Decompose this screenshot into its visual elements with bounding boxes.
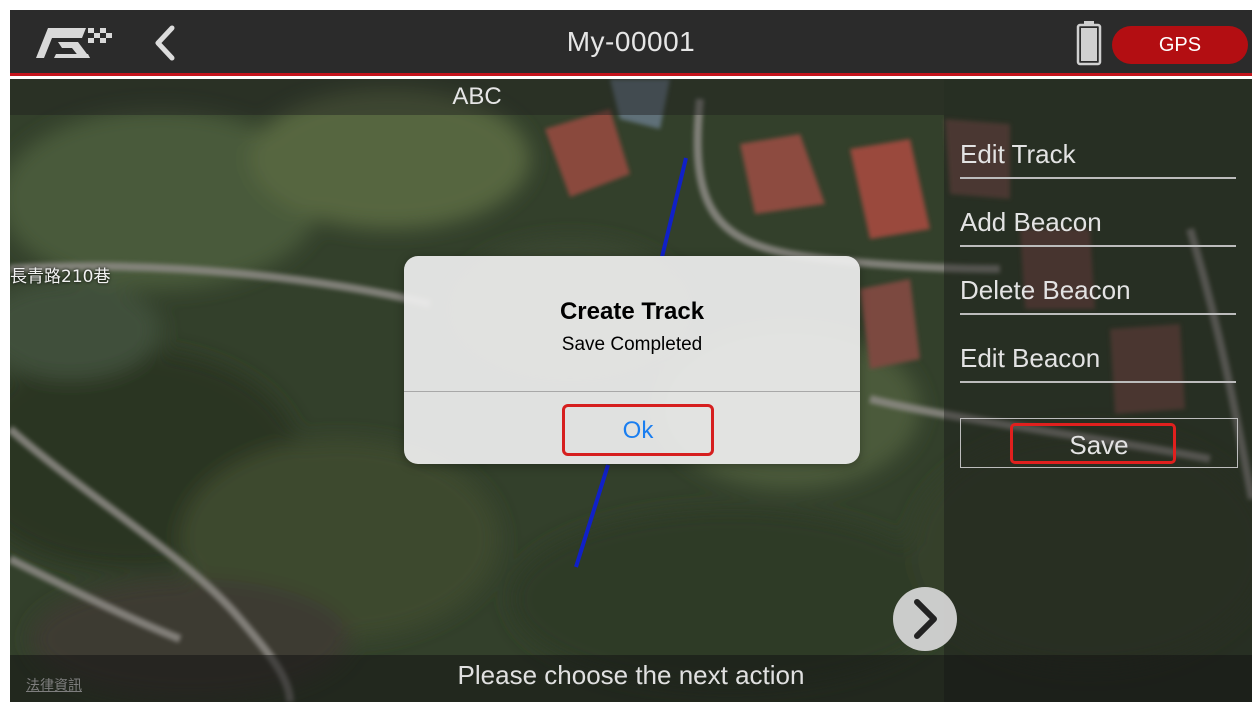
battery-icon bbox=[1076, 21, 1102, 66]
dialog-title: Create Track bbox=[559, 298, 705, 325]
top-bar: My-00001 GPS bbox=[10, 10, 1252, 76]
add-beacon-button[interactable]: Add Beacon bbox=[960, 205, 1236, 247]
edit-track-button[interactable]: Edit Track bbox=[960, 137, 1236, 179]
track-name-bar: ABC bbox=[10, 79, 944, 115]
status-message: Please choose the next action bbox=[10, 655, 1252, 702]
alert-dialog: Create Track Save Completed Ok bbox=[404, 256, 860, 464]
dialog-divider bbox=[404, 391, 860, 392]
action-panel: Edit Track Add Beacon Delete Beacon Edit… bbox=[944, 79, 1252, 702]
next-button[interactable] bbox=[892, 586, 958, 652]
dialog-message: Save Completed bbox=[561, 334, 703, 355]
delete-beacon-button[interactable]: Delete Beacon bbox=[960, 273, 1236, 315]
ok-label: Ok bbox=[622, 417, 654, 444]
page-title: My-00001 bbox=[566, 26, 696, 57]
ok-button[interactable]: Ok bbox=[562, 404, 714, 456]
legal-link[interactable]: 法律資訊 bbox=[26, 675, 82, 695]
save-label: Save bbox=[1069, 430, 1129, 460]
edit-beacon-button[interactable]: Edit Beacon bbox=[960, 341, 1236, 383]
road-label: 長青路210巷 bbox=[10, 267, 111, 287]
save-button[interactable]: Save bbox=[960, 418, 1238, 468]
gps-button[interactable]: GPS bbox=[1112, 26, 1248, 64]
